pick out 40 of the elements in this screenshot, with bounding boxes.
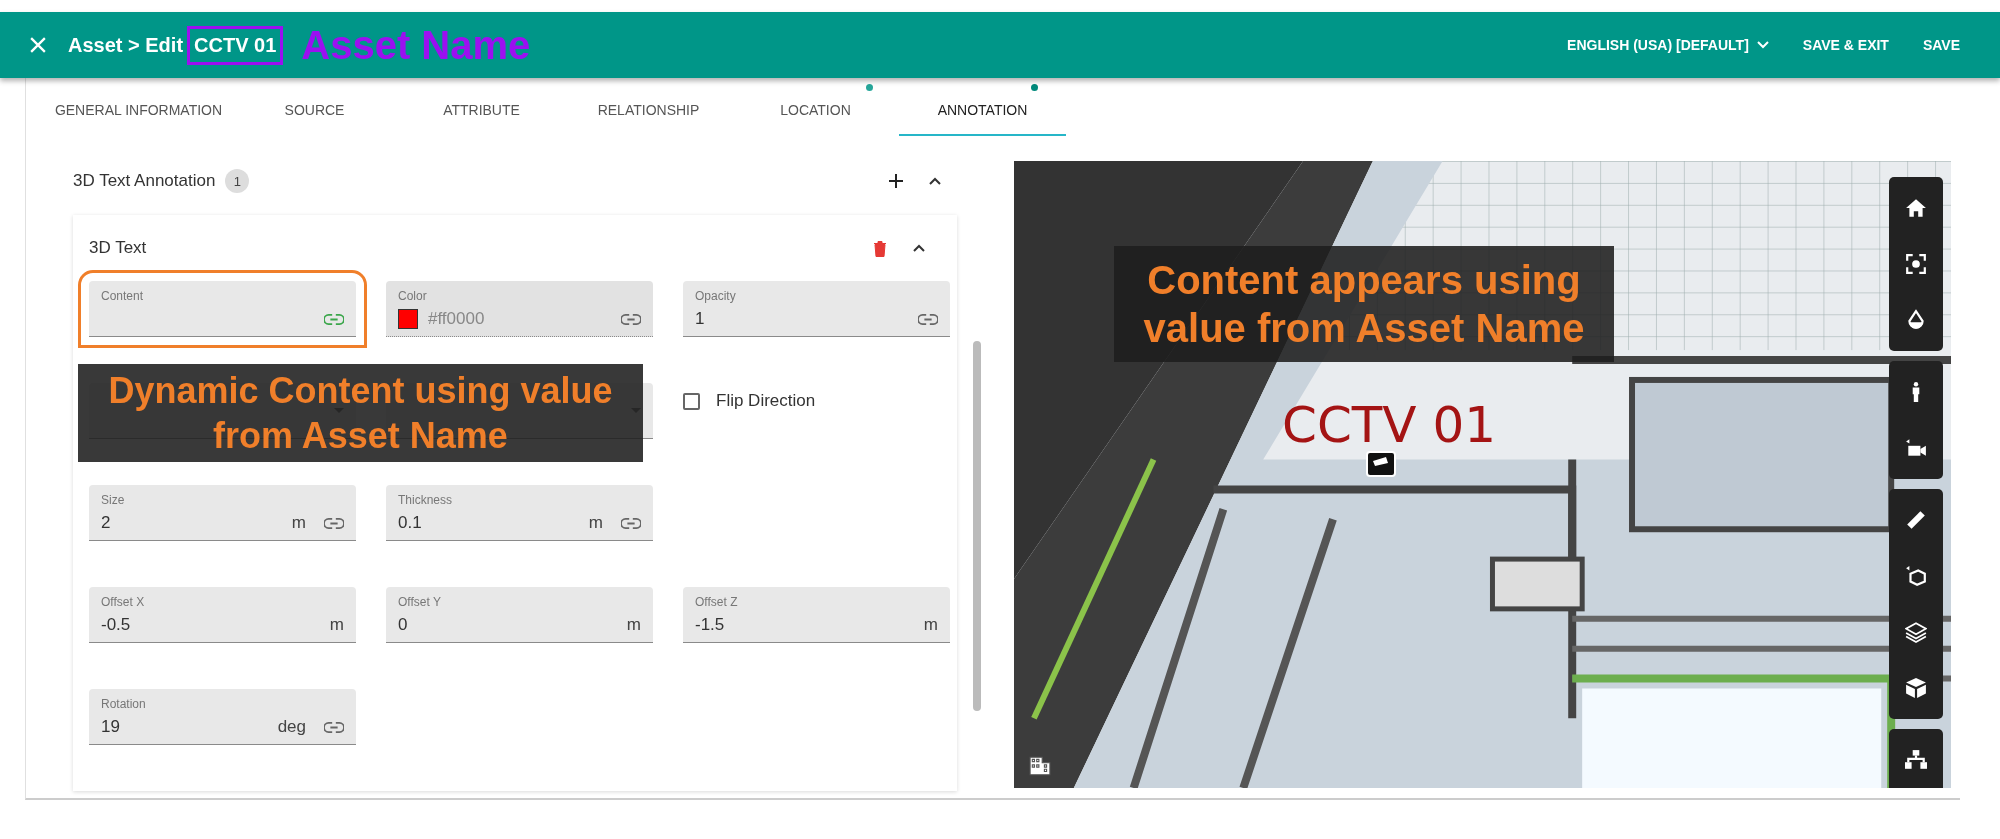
close-icon[interactable] xyxy=(30,37,46,53)
count-badge: 1 xyxy=(225,169,250,193)
chevron-icon[interactable] xyxy=(929,177,941,185)
tab[interactable]: GENERAL INFORMATION xyxy=(46,78,231,136)
callout-label: Asset Name xyxy=(301,22,531,68)
tab[interactable]: ANNOTATION xyxy=(899,78,1066,136)
asset-name: CCTV 01 xyxy=(187,25,284,65)
input-field[interactable]: Offset Z -1.5 m xyxy=(683,587,950,643)
header-action-button[interactable]: SAVE & EXIT xyxy=(1792,31,1899,59)
page-title: Asset > Edit xyxy=(68,33,184,57)
header-action-button[interactable]: SAVE xyxy=(1912,31,1970,59)
checkbox-label: Flip Direction xyxy=(716,391,816,411)
card-title: 3D Text xyxy=(89,238,147,258)
callout-tooltip: Dynamic Content using value from Asset Name xyxy=(78,364,643,462)
checkbox[interactable] xyxy=(683,392,700,410)
tab[interactable]: SOURCE xyxy=(231,78,398,136)
chevron-down-icon xyxy=(1756,41,1769,49)
language-dropdown[interactable]: ENGLISH (USA) [DEFAULT] xyxy=(1557,31,1779,59)
scrollbar[interactable] xyxy=(973,341,981,711)
link-icon[interactable] xyxy=(324,313,344,325)
callout-tooltip: Content appears using value from Asset Name xyxy=(1114,246,1614,362)
tab[interactable]: LOCATION xyxy=(732,78,899,136)
tab[interactable]: ATTRIBUTE xyxy=(398,78,565,136)
input-field[interactable]: Rotation 19 deg xyxy=(89,689,356,745)
tab[interactable]: RELATIONSHIP xyxy=(565,78,732,136)
add-icon[interactable] xyxy=(889,174,903,188)
building-icon[interactable] xyxy=(1029,756,1051,776)
input-field[interactable]: Offset Y 0 m xyxy=(386,587,653,643)
section-title: 3D Text Annotation xyxy=(73,171,216,191)
trash-icon[interactable] xyxy=(873,239,887,257)
link-icon[interactable] xyxy=(621,517,641,529)
input-field[interactable]: Offset X -0.5 m xyxy=(89,587,356,643)
input-field[interactable]: Size 2 m xyxy=(89,485,356,541)
input-field[interactable]: Opacity 1 xyxy=(683,281,950,337)
link-icon[interactable] xyxy=(324,721,344,733)
link-icon[interactable] xyxy=(324,517,344,529)
link-icon[interactable] xyxy=(918,313,938,325)
chevron-icon[interactable] xyxy=(913,244,925,252)
input-field[interactable]: Thickness 0.1 m xyxy=(386,485,653,541)
3d-text-label: CCTV 01 xyxy=(1282,396,1497,454)
